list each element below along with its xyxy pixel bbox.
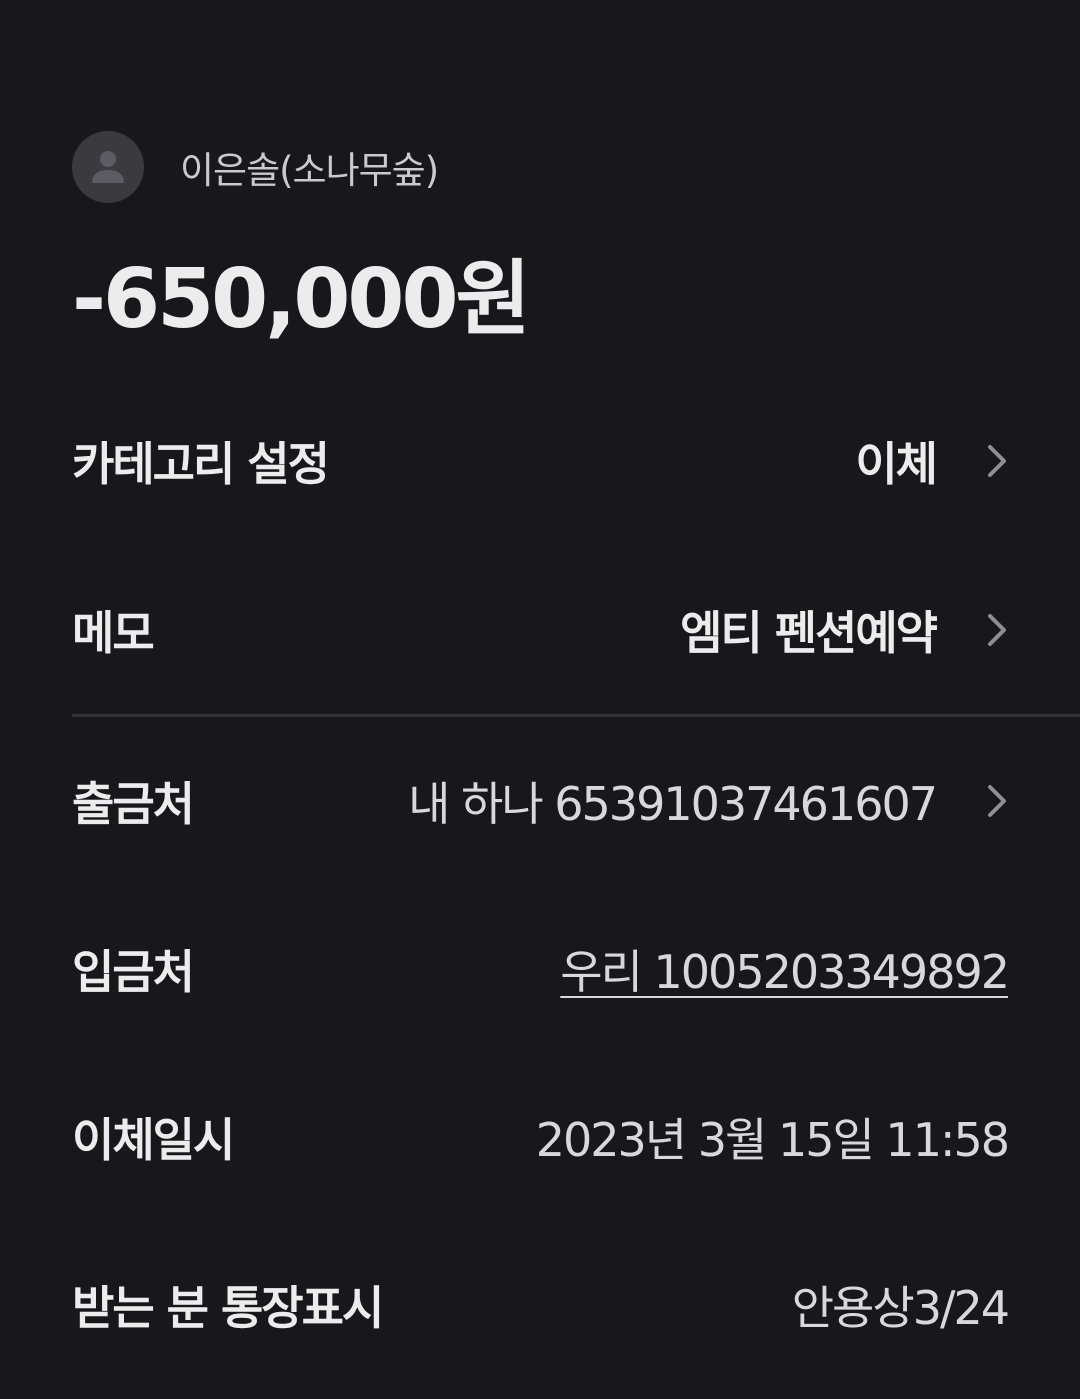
transfer-datetime-value: 2023년 3월 15일 11:58 xyxy=(535,1113,1010,1167)
divider xyxy=(72,714,1080,717)
person-icon xyxy=(92,151,124,183)
to-account-link[interactable]: 우리 1005203349892 xyxy=(560,936,1010,1002)
chevron-right-icon[interactable] xyxy=(936,595,1008,665)
category-value: 이체 xyxy=(855,437,938,491)
category-row[interactable]: 카테고리 설정 이체 xyxy=(72,426,1008,496)
from-account-label: 출금처 xyxy=(72,777,195,831)
memo-label: 메모 xyxy=(72,606,155,660)
to-account-row: 입금처 우리 1005203349892 xyxy=(72,934,1010,1004)
recipient-display-value: 안용상3/24 xyxy=(791,1281,1010,1335)
recipient-header: 이은솔(소나무숲) xyxy=(72,131,439,203)
recipient-display-row: 받는 분 통장표시 안용상3/24 xyxy=(72,1270,1010,1340)
to-account-label: 입금처 xyxy=(72,945,195,999)
transfer-datetime-label: 이체일시 xyxy=(72,1113,235,1167)
avatar xyxy=(72,131,144,203)
recipient-name: 이은솔(소나무숲) xyxy=(180,149,439,192)
from-account-row[interactable]: 출금처 내 하나 65391037461607 xyxy=(72,766,1008,836)
chevron-right-icon[interactable] xyxy=(936,766,1008,836)
memo-value: 엠티 펜션예약 xyxy=(680,606,938,660)
category-label: 카테고리 설정 xyxy=(72,437,330,491)
chevron-right-icon[interactable] xyxy=(936,426,1008,496)
recipient-display-label: 받는 분 통장표시 xyxy=(72,1281,384,1335)
transfer-datetime-row: 이체일시 2023년 3월 15일 11:58 xyxy=(72,1102,1010,1172)
memo-row[interactable]: 메모 엠티 펜션예약 xyxy=(72,595,1008,665)
from-account-value: 내 하나 65391037461607 xyxy=(408,777,938,831)
transfer-amount: -650,000원 xyxy=(72,252,531,347)
